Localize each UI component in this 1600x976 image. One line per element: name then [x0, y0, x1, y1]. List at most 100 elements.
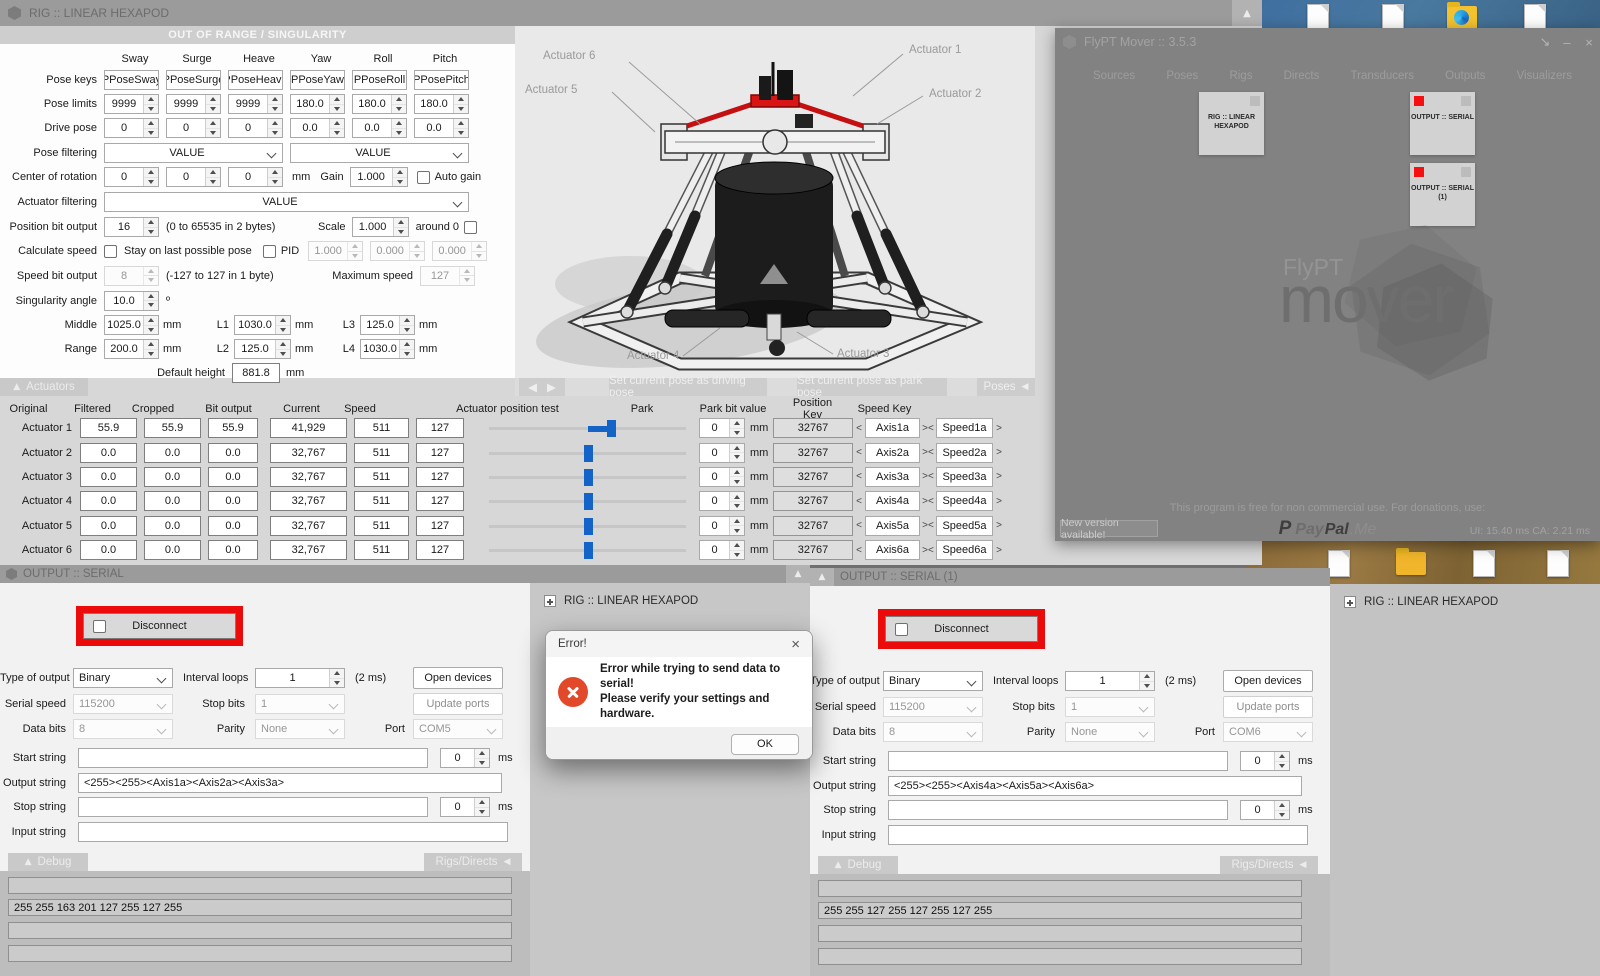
menu-poses[interactable]: Poses — [1166, 70, 1198, 82]
document-icon[interactable] — [1328, 550, 1350, 577]
position-key-field[interactable]: Axis3a — [865, 467, 920, 487]
l2-spinner[interactable]: 125.0 — [234, 339, 291, 359]
drive-pose-heave-spinner[interactable]: 0 — [228, 118, 283, 138]
cor-x-spinner[interactable]: 0 — [104, 167, 159, 187]
pose-key-yaw-field[interactable]: PPoseYaw — [290, 70, 345, 90]
key-next-prev-icons[interactable]: >< — [920, 471, 936, 482]
position-bits-spinner[interactable]: 16 — [104, 217, 159, 237]
key-next-prev-icons[interactable]: >< — [920, 520, 936, 531]
pose-nav-buttons[interactable]: ◀▶ — [519, 378, 565, 396]
position-test-slider[interactable] — [489, 540, 686, 560]
key-next-prev-icons[interactable]: >< — [920, 496, 936, 507]
output-serial-titlebar[interactable]: OUTPUT :: SERIAL ▲ — [0, 565, 810, 583]
poses-panel-button[interactable]: Poses◀ — [977, 378, 1035, 396]
document-icon[interactable] — [1547, 550, 1569, 577]
interval-loops-spinner[interactable]: 1 — [255, 668, 345, 688]
rig-3d-viewport[interactable]: Actuator 6 Actuator 5 Actuator 1 Actuato… — [515, 26, 1035, 378]
pose-limit-roll-spinner[interactable]: 180.0 — [352, 94, 407, 114]
disconnect-checkbox[interactable] — [895, 623, 908, 636]
drive-pose-roll-spinner[interactable]: 0.0 — [352, 118, 407, 138]
position-test-slider[interactable] — [489, 467, 686, 487]
key-next-prev-icons[interactable]: >< — [920, 545, 936, 556]
input-string-field[interactable] — [78, 822, 508, 842]
parity-combo[interactable]: None — [1065, 722, 1155, 742]
open-devices-button[interactable]: Open devices — [1223, 670, 1313, 692]
document-icon[interactable] — [1382, 4, 1404, 31]
pid-i-spinner[interactable]: 0.000 — [370, 241, 425, 261]
menu-directs[interactable]: Directs — [1284, 70, 1320, 82]
drive-pose-pitch-spinner[interactable]: 0.0 — [414, 118, 469, 138]
expand-plus-icon[interactable] — [544, 595, 556, 607]
cor-y-spinner[interactable]: 0 — [166, 167, 221, 187]
mover-titlebar[interactable]: FlyPT Mover :: 3.5.3 ↘ – × — [1055, 28, 1600, 56]
position-key-field[interactable]: Axis4a — [865, 491, 920, 511]
drive-pose-yaw-spinner[interactable]: 0.0 — [290, 118, 345, 138]
key-prev-icon[interactable]: < — [853, 520, 865, 531]
scale-spinner[interactable]: 1.000 — [352, 217, 409, 237]
gain-spinner[interactable]: 1.000 — [350, 167, 408, 187]
pose-filtering-translation-combo[interactable]: VALUE — [104, 143, 283, 163]
data-bits-combo[interactable]: 8 — [73, 719, 173, 739]
close-window-icon[interactable]: × — [1578, 35, 1600, 50]
park-spinner[interactable]: 0 — [699, 443, 745, 463]
l4-spinner[interactable]: 1030.0 — [360, 339, 415, 359]
key-next-prev-icons[interactable]: >< — [920, 447, 936, 458]
park-spinner[interactable]: 0 — [699, 491, 745, 511]
position-test-slider[interactable] — [489, 418, 686, 438]
data-bits-combo[interactable]: 8 — [883, 722, 983, 742]
debug-section-tab[interactable]: ▲ Debug — [8, 853, 88, 871]
rigs-directs-tab[interactable]: Rigs/Directs ◀ — [1220, 856, 1318, 874]
cor-z-spinner[interactable]: 0 — [228, 167, 283, 187]
key-prev-icon[interactable]: < — [853, 471, 865, 482]
type-of-output-combo[interactable]: Binary — [73, 668, 173, 688]
pose-limit-heave-spinner[interactable]: 9999 — [228, 94, 283, 114]
pose-key-pitch-field[interactable]: PPosePitch — [414, 70, 469, 90]
position-test-slider[interactable] — [489, 443, 686, 463]
menu-visualizers[interactable]: Visualizers — [1517, 70, 1572, 82]
debug-section-tab[interactable]: ▲ Debug — [818, 856, 898, 874]
key-next-icon[interactable]: > — [993, 545, 1005, 556]
new-version-button[interactable]: New version available! — [1060, 520, 1158, 537]
input-string-field[interactable] — [888, 825, 1308, 845]
pose-limit-yaw-spinner[interactable]: 180.0 — [290, 94, 345, 114]
document-icon[interactable] — [1307, 4, 1329, 31]
speed-key-field[interactable]: Speed3a — [936, 467, 993, 487]
parity-combo[interactable]: None — [255, 719, 345, 739]
position-key-field[interactable]: Axis5a — [865, 516, 920, 536]
port-combo[interactable]: COM5 — [413, 719, 503, 739]
range-spinner[interactable]: 200.0 — [104, 339, 159, 359]
l3-spinner[interactable]: 125.0 — [360, 315, 415, 335]
key-prev-icon[interactable]: < — [853, 423, 865, 434]
calculate-speed-checkbox[interactable] — [104, 245, 117, 258]
park-spinner[interactable]: 0 — [699, 418, 745, 438]
node-status-square-icon[interactable] — [1461, 167, 1471, 177]
key-next-icon[interactable]: > — [993, 471, 1005, 482]
pose-key-surge-field[interactable]: PPoseSurge — [166, 70, 221, 90]
expand-plus-icon[interactable] — [1344, 596, 1356, 608]
pose-key-sway-field[interactable]: PPoseSway — [104, 70, 159, 90]
speed-key-field[interactable]: Speed5a — [936, 516, 993, 536]
serial-speed-combo[interactable]: 115200 — [73, 694, 173, 714]
document-icon[interactable] — [1524, 4, 1546, 31]
maximum-speed-spinner[interactable]: 127 — [420, 266, 475, 286]
open-devices-button[interactable]: Open devices — [413, 667, 503, 689]
pose-key-roll-field[interactable]: PPoseRoll — [352, 70, 407, 90]
key-prev-icon[interactable]: < — [853, 447, 865, 458]
speed-bits-spinner[interactable]: 8 — [104, 266, 159, 286]
pid-d-spinner[interactable]: 0.000 — [432, 241, 487, 261]
pose-limit-surge-spinner[interactable]: 9999 — [166, 94, 221, 114]
key-next-icon[interactable]: > — [993, 447, 1005, 458]
stop-string-field[interactable] — [78, 797, 428, 817]
error-dialog-titlebar[interactable]: Error! × — [546, 631, 812, 657]
node-output-serial-1[interactable]: OUTPUT :: SERIAL (1) — [1410, 163, 1475, 226]
update-ports-button[interactable]: Update ports — [413, 693, 503, 715]
minimize-window-icon[interactable]: – — [1556, 35, 1578, 50]
pose-key-heave-field[interactable]: PPoseHeave — [228, 70, 283, 90]
menu-transducers[interactable]: Transducers — [1351, 70, 1415, 82]
set-park-pose-button[interactable]: Set current pose as park pose — [797, 378, 947, 396]
folder-icon[interactable] — [1396, 552, 1426, 575]
restore-window-icon[interactable]: ↘ — [1534, 35, 1556, 50]
actuator-filtering-combo[interactable]: VALUE — [104, 192, 469, 212]
pose-filtering-rotation-combo[interactable]: VALUE — [290, 143, 469, 163]
speed-key-field[interactable]: Speed4a — [936, 491, 993, 511]
